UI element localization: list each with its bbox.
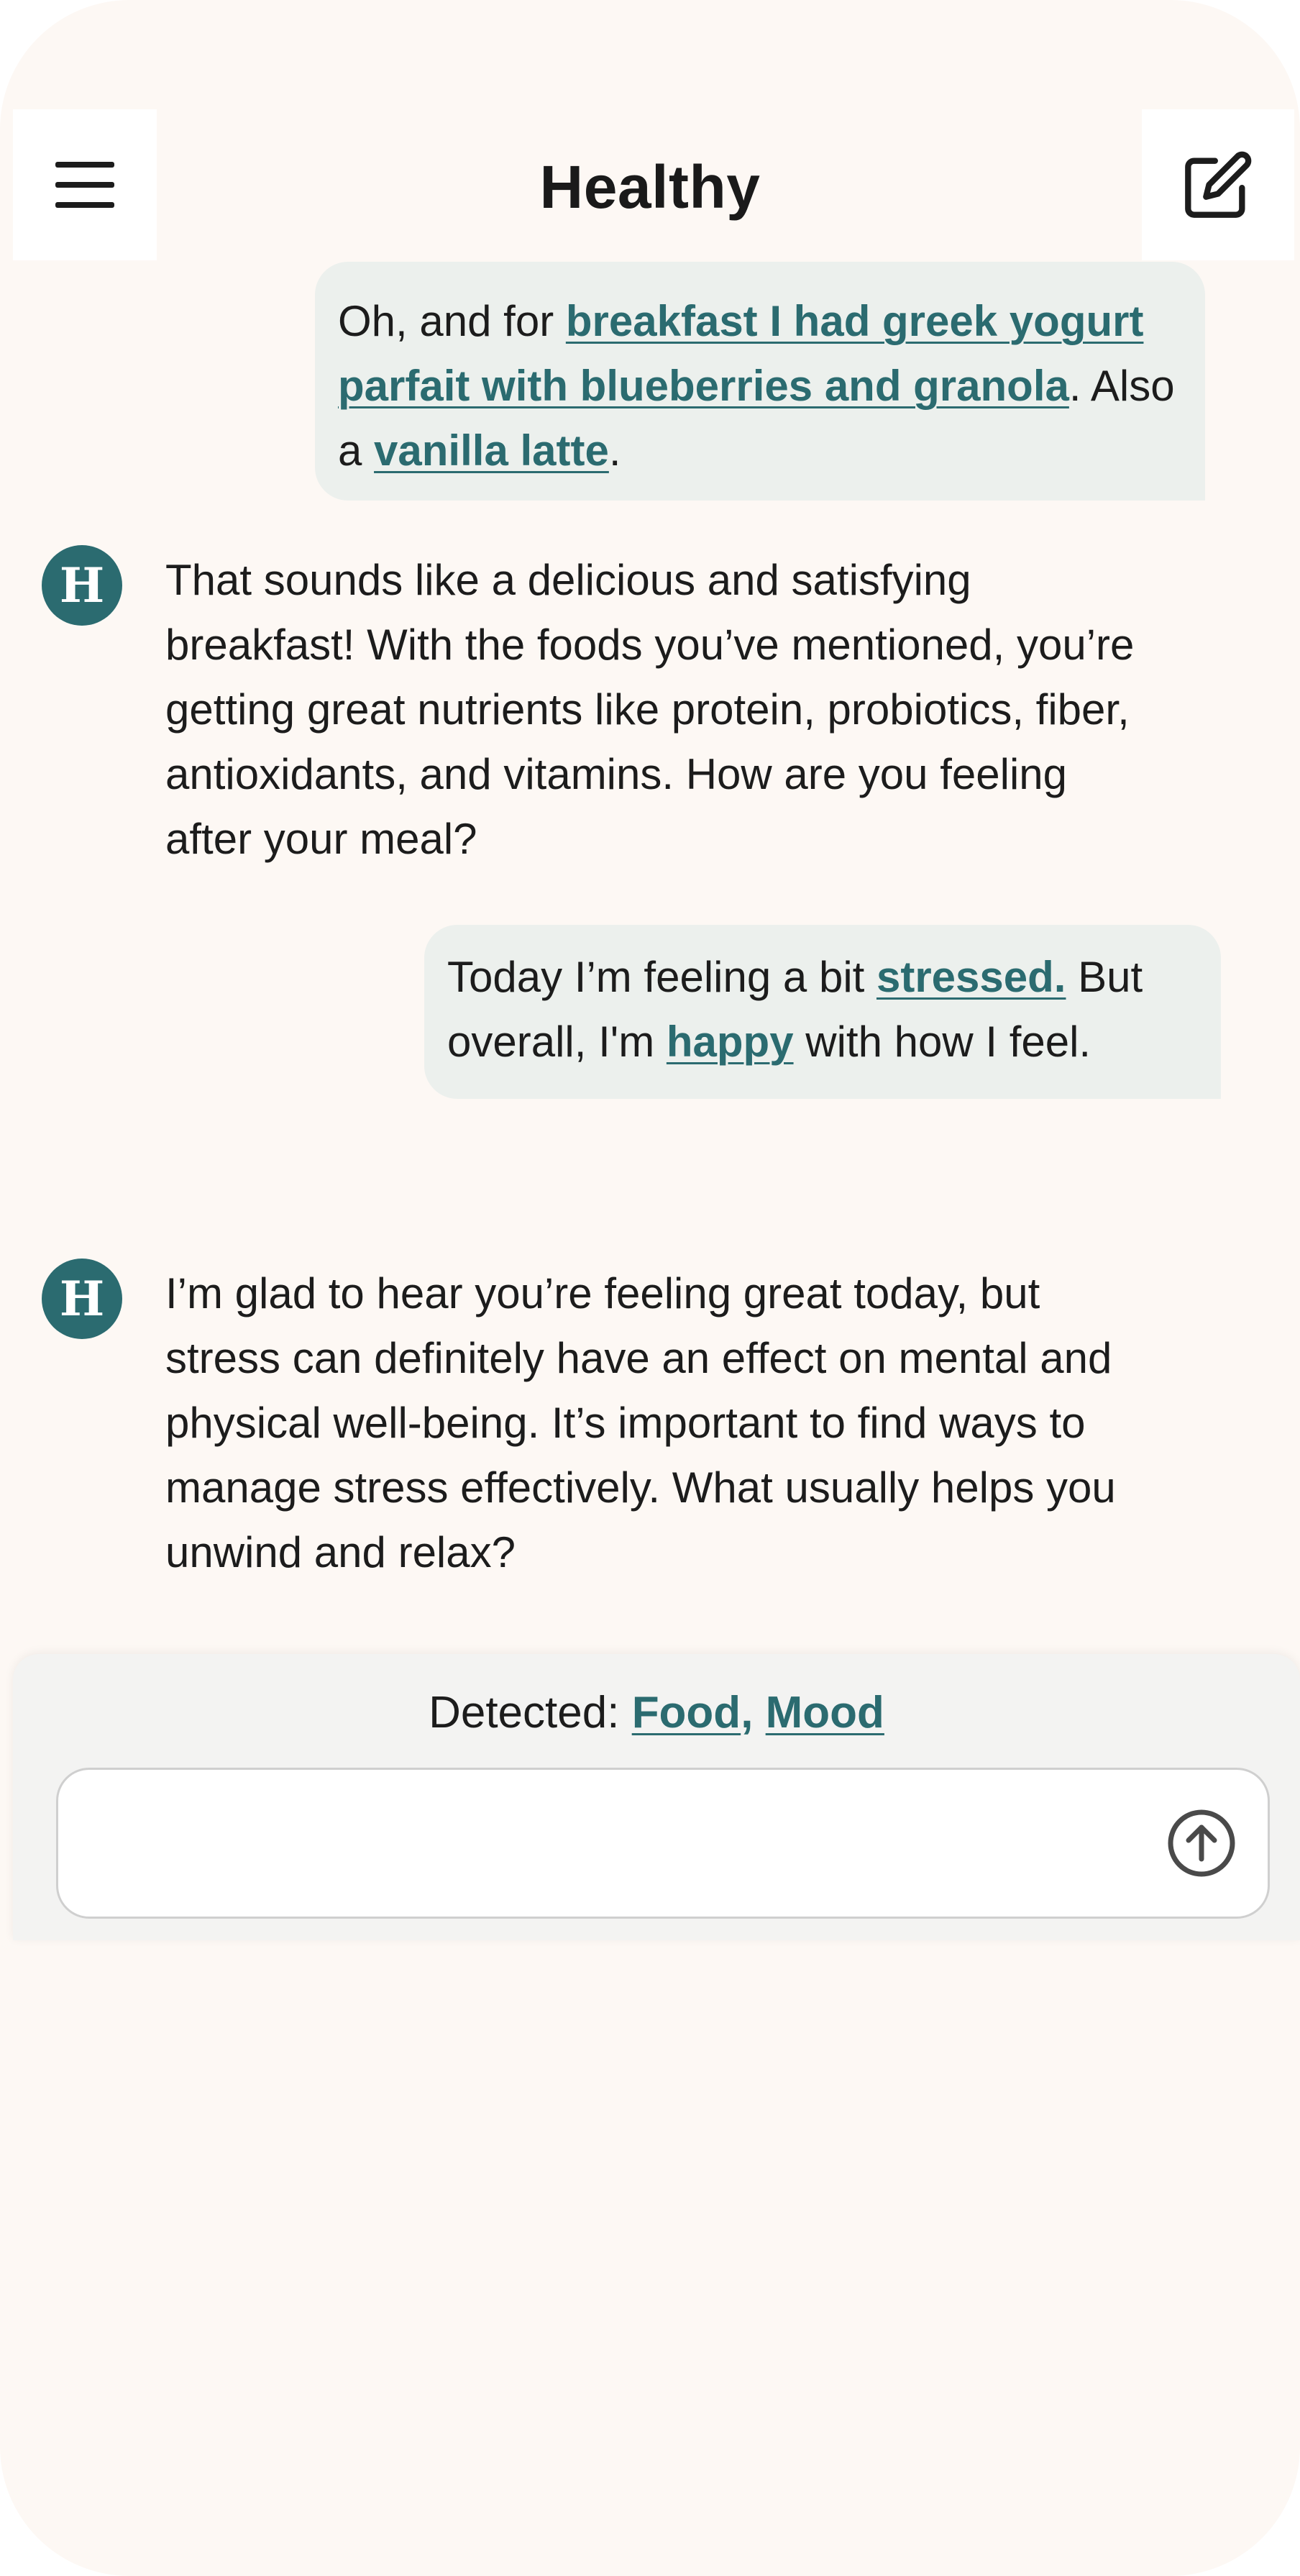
new-chat-button[interactable] — [1142, 109, 1294, 260]
detected-tags: Detected: Food, Mood — [13, 1684, 1300, 1742]
detected-separator: , — [741, 1688, 754, 1737]
assistant-message-text: That sounds like a delicious and satisfy… — [165, 556, 1135, 863]
message-text: with how I feel. — [793, 1018, 1091, 1066]
message-text: . — [608, 426, 621, 475]
detected-tag-mood[interactable]: Mood — [766, 1688, 884, 1737]
user-message: Oh, and for breakfast I had greek yogurt… — [315, 262, 1205, 501]
assistant-message-text: I’m glad to hear you’re feeling great to… — [165, 1269, 1116, 1576]
message-input[interactable] — [87, 1799, 1132, 1886]
app-title: Healthy — [539, 153, 761, 221]
arrow-up-circle-icon — [1168, 1809, 1235, 1877]
composer-panel: Detected: Food, Mood — [13, 1654, 1300, 1940]
send-button[interactable] — [1166, 1807, 1237, 1879]
message-input-box[interactable] — [56, 1768, 1270, 1919]
message-text: Oh, and for — [338, 297, 566, 345]
detected-tag-food[interactable]: Food — [632, 1688, 741, 1737]
assistant-avatar: H — [42, 1259, 122, 1339]
user-message: Today I’m feeling a bit stressed. But ov… — [424, 925, 1221, 1099]
food-tag-link[interactable]: vanilla latte — [374, 426, 609, 475]
message-text: Today I’m feeling a bit — [447, 953, 876, 1001]
detected-label: Detected: — [429, 1688, 620, 1737]
edit-compose-icon — [1185, 151, 1252, 218]
assistant-avatar: H — [42, 545, 122, 626]
app-screen: Healthy Oh, and for breakfast I had gree… — [0, 0, 1300, 2576]
mood-tag-link[interactable]: happy — [667, 1018, 794, 1066]
mood-tag-link[interactable]: stressed. — [876, 953, 1066, 1001]
